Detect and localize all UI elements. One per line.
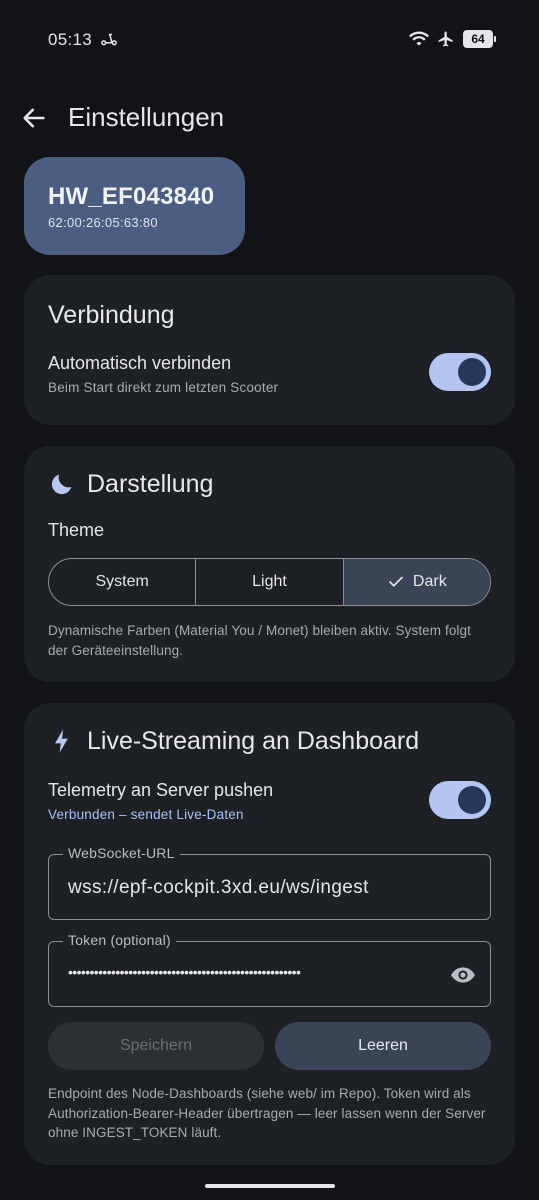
scooter-icon xyxy=(101,33,117,46)
toggle-knob xyxy=(458,358,486,386)
home-indicator[interactable] xyxy=(205,1184,335,1188)
websocket-url-label: WebSocket-URL xyxy=(63,845,180,861)
device-chip[interactable]: HW_EF043840 62:00:26:05:63:80 xyxy=(24,157,245,255)
connection-card: Verbindung Automatisch verbinden Beim St… xyxy=(24,275,515,425)
auto-connect-title: Automatisch verbinden xyxy=(48,353,232,373)
battery-icon: 64 xyxy=(463,30,496,48)
streaming-note: Endpoint des Node-Dashboards (siehe web/… xyxy=(48,1086,486,1140)
app-bar: Einstellungen xyxy=(0,92,539,144)
save-button[interactable]: Speichern xyxy=(48,1022,264,1070)
bolt-icon xyxy=(55,729,68,753)
theme-option-system[interactable]: System xyxy=(49,559,195,605)
theme-option-dark[interactable]: Dark xyxy=(342,559,490,605)
page-title: Einstellungen xyxy=(68,102,225,132)
theme-option-label: Light xyxy=(252,573,287,590)
streaming-card: Live-Streaming an Dashboard Telemetry an… xyxy=(24,703,515,1165)
websocket-url-field[interactable]: WebSocket-URL wss://epf-cockpit.3xd.eu/w… xyxy=(48,845,491,920)
moon-icon xyxy=(51,474,72,495)
websocket-url-input[interactable]: wss://epf-cockpit.3xd.eu/ws/ingest xyxy=(68,877,369,899)
toggle-knob xyxy=(458,786,486,814)
appearance-note: Dynamische Farben (Material You / Monet)… xyxy=(48,623,471,658)
theme-option-label: System xyxy=(95,573,149,590)
token-input[interactable]: ••••••••••••••••••••••••••••••••••••••••… xyxy=(68,964,430,980)
theme-option-light[interactable]: Light xyxy=(195,559,342,605)
appearance-title: Darstellung xyxy=(87,470,214,498)
wifi-icon xyxy=(409,31,429,46)
push-toggle[interactable] xyxy=(429,781,491,819)
status-time: 05:13 xyxy=(48,30,93,49)
device-name: HW_EF043840 xyxy=(48,183,215,210)
device-mac: 62:00:26:05:63:80 xyxy=(48,215,158,230)
push-status: Verbunden – sendet Live-Daten xyxy=(48,807,244,822)
airplane-icon xyxy=(438,31,453,47)
theme-label: Theme xyxy=(48,520,105,540)
token-field[interactable]: Token (optional) •••••••••••••••••••••••… xyxy=(48,932,491,1007)
appearance-card: Darstellung Theme System Light Dark Dyna… xyxy=(24,446,515,682)
streaming-title: Live-Streaming an Dashboard xyxy=(87,727,420,755)
eye-icon[interactable] xyxy=(450,962,476,988)
auto-connect-subtitle: Beim Start direkt zum letzten Scooter xyxy=(48,380,279,395)
clear-button[interactable]: Leeren xyxy=(275,1022,491,1070)
token-label: Token (optional) xyxy=(63,932,176,948)
check-icon xyxy=(389,576,403,587)
status-bar: 05:13 64 xyxy=(0,0,539,80)
status-icons: 64 xyxy=(409,30,496,48)
arrow-left-icon[interactable] xyxy=(20,104,48,132)
theme-option-label: Dark xyxy=(412,573,447,590)
push-title: Telemetry an Server pushen xyxy=(48,780,274,800)
auto-connect-toggle[interactable] xyxy=(429,353,491,391)
connection-title: Verbindung xyxy=(48,301,175,329)
theme-selector: System Light Dark xyxy=(48,558,491,606)
